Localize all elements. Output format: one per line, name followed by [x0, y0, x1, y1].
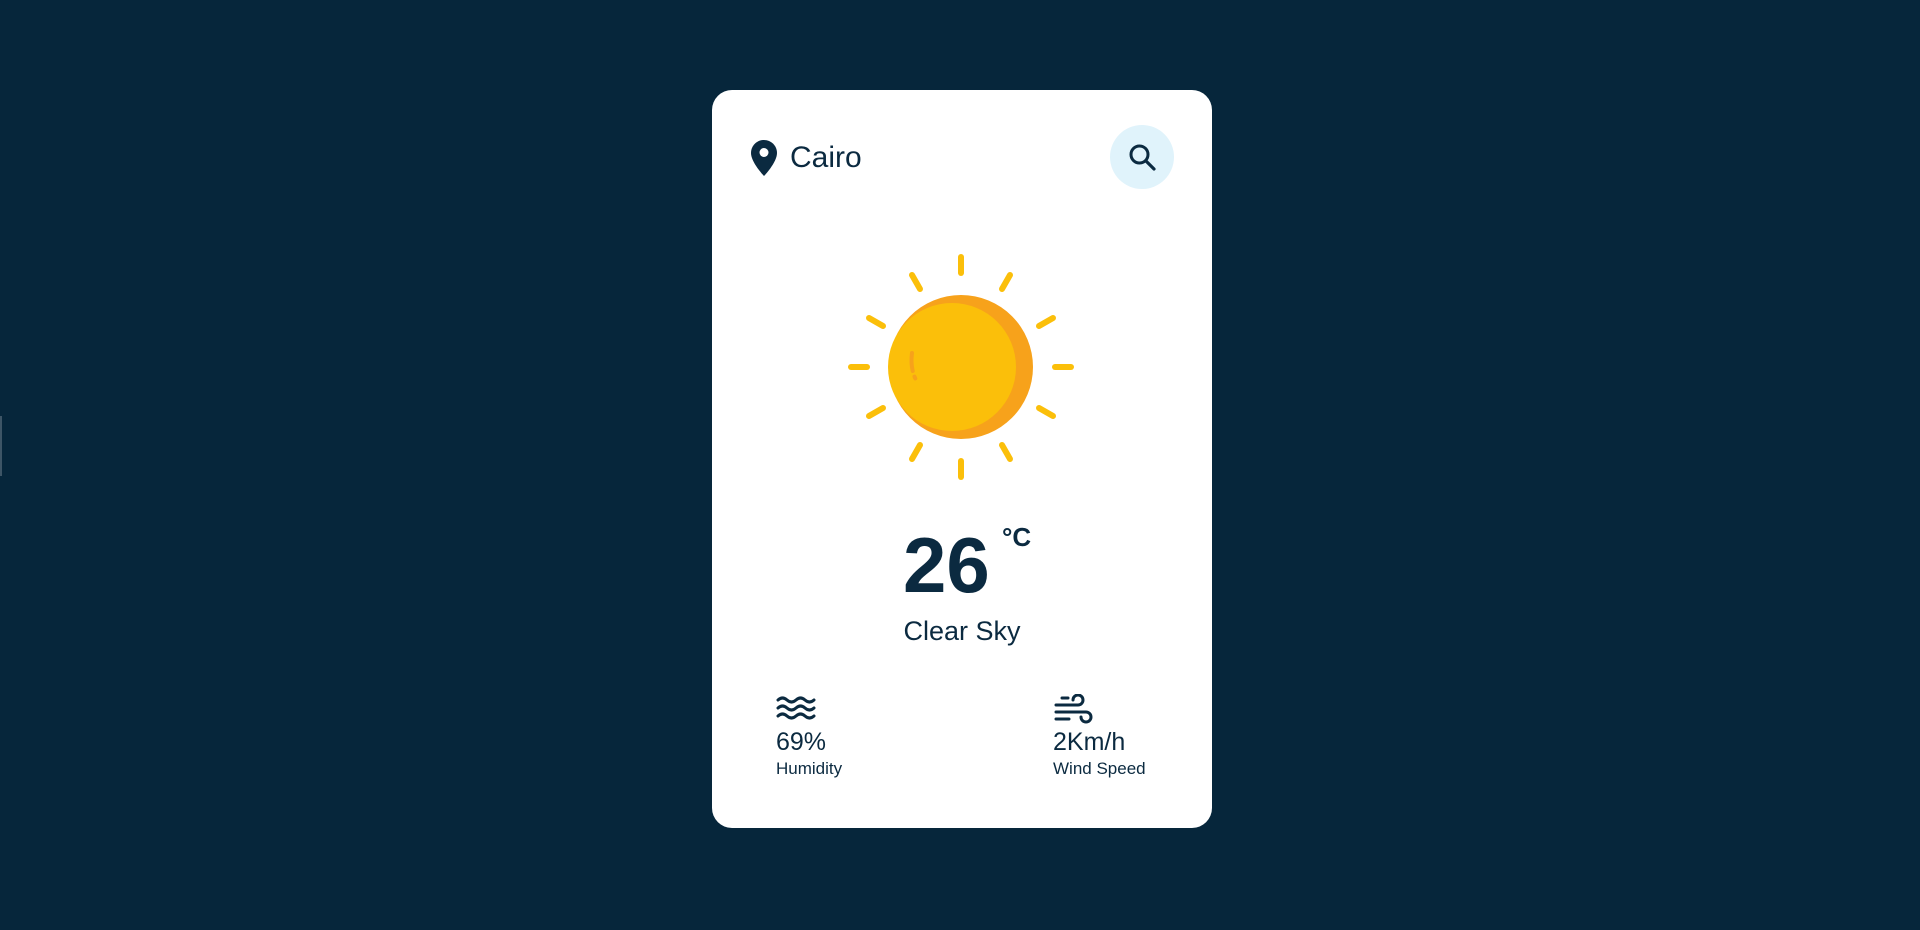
wind-value: 2Km/h: [1053, 728, 1126, 756]
humidity-value: 69%: [776, 728, 827, 756]
weather-condition: Clear Sky: [903, 616, 1021, 646]
humidity-stat: 69% Humidity: [776, 694, 916, 779]
window-edge-handle: [0, 416, 2, 476]
weather-card: Cairo 26 °C Clear Sky 69% Humidity 2Km/h…: [712, 90, 1212, 828]
city-name: Cairo: [790, 141, 862, 174]
wind-stat: 2Km/h Wind Speed: [1053, 694, 1193, 779]
temperature: 26 °C: [712, 520, 1212, 610]
search-button[interactable]: [1110, 125, 1174, 189]
sun-icon: [848, 254, 1074, 480]
temperature-unit: °C: [1002, 522, 1032, 552]
wind-label: Wind Speed: [1053, 759, 1146, 778]
waves-icon: [776, 696, 816, 720]
card-header: Cairo: [750, 125, 1174, 189]
map-pin-icon: [751, 140, 777, 176]
location: Cairo: [750, 139, 862, 177]
search-icon: [1129, 144, 1156, 171]
temperature-value: 26: [903, 521, 990, 609]
wind-icon: [1054, 694, 1093, 724]
humidity-label: Humidity: [776, 759, 843, 778]
